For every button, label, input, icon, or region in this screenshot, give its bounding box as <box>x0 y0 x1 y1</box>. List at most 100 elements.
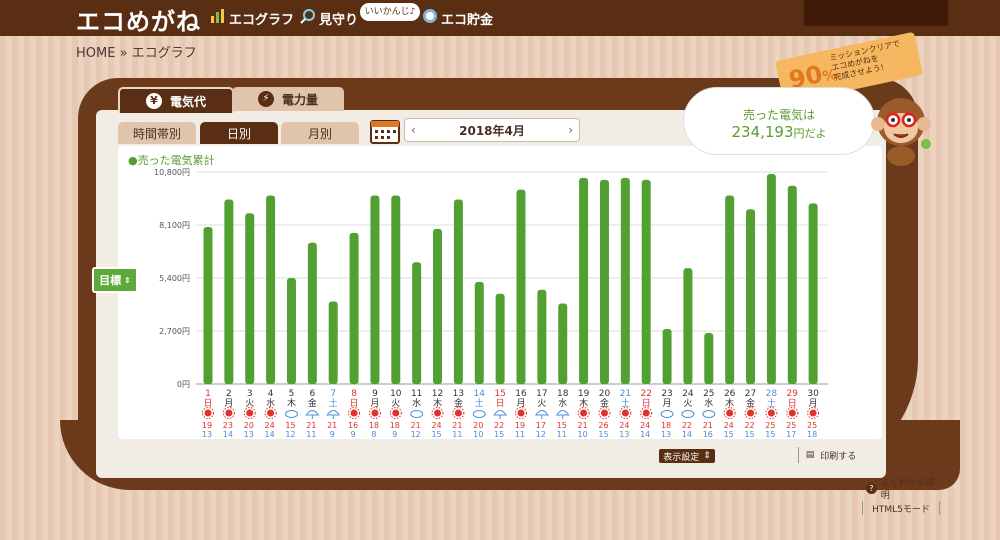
temp-low-label: 14 <box>640 430 650 439</box>
bar <box>474 281 484 384</box>
bar <box>412 262 422 384</box>
bar <box>558 303 568 384</box>
temp-low-label: 17 <box>786 430 796 439</box>
x-weekday-label: 土 <box>475 397 484 409</box>
bar <box>766 173 776 384</box>
temp-low-label: 12 <box>411 430 421 439</box>
x-day-label: 2 <box>226 389 232 399</box>
print-label: 印刷する <box>820 451 857 462</box>
bar <box>391 195 401 384</box>
x-day-label: 22 <box>640 389 651 399</box>
weather-sun-icon <box>371 409 379 417</box>
temp-low-label: 13 <box>244 430 254 439</box>
temp-high-label: 17 <box>536 421 546 430</box>
x-day-label: 12 <box>432 389 443 399</box>
printer-icon: ▤ <box>805 450 815 460</box>
weather-sun-icon <box>454 409 462 417</box>
x-day-label: 9 <box>372 389 378 399</box>
bar <box>433 228 443 384</box>
temp-high-label: 24 <box>724 421 734 430</box>
weather-umbrella-icon <box>555 410 570 416</box>
x-day-label: 16 <box>515 389 527 399</box>
x-weekday-label: 水 <box>558 397 567 409</box>
y-tick-label: 5,400円 <box>159 274 190 283</box>
temp-low-label: 15 <box>724 430 734 439</box>
html5-mode-link[interactable]: HTML5モード <box>862 501 940 515</box>
x-day-label: 19 <box>578 389 590 399</box>
x-day-label: 6 <box>309 389 315 399</box>
x-day-label: 30 <box>807 389 819 399</box>
bar <box>370 195 380 384</box>
faq-label: よくわかる説明 <box>880 478 935 501</box>
weather-sun-icon <box>246 409 254 417</box>
bar <box>662 329 672 384</box>
temp-low-label: 13 <box>202 430 212 439</box>
bar <box>599 179 609 384</box>
temp-low-label: 10 <box>473 430 483 439</box>
temp-low-label: 15 <box>431 430 441 439</box>
temp-high-label: 19 <box>202 421 212 430</box>
temp-low-label: 18 <box>807 430 817 439</box>
x-weekday-label: 木 <box>287 397 296 409</box>
bar <box>579 177 589 384</box>
faq-link[interactable]: ? よくわかる説明 <box>866 478 942 501</box>
x-day-label: 29 <box>787 389 799 399</box>
weather-sun-icon <box>788 409 796 417</box>
weather-sun-icon <box>767 409 775 417</box>
temp-high-label: 21 <box>578 421 588 430</box>
temp-low-label: 10 <box>578 430 588 439</box>
bar <box>537 289 547 384</box>
temp-low-label: 9 <box>392 430 397 439</box>
weather-sun-icon <box>621 409 629 417</box>
bar <box>349 232 359 384</box>
temp-high-label: 24 <box>619 421 629 430</box>
weather-cloud-icon <box>284 410 298 418</box>
temp-high-label: 18 <box>369 421 379 430</box>
weather-sun-icon <box>600 409 608 417</box>
temp-low-label: 13 <box>619 430 629 439</box>
temp-high-label: 20 <box>473 421 483 430</box>
weather-sun-icon <box>434 409 442 417</box>
weather-umbrella-icon <box>305 410 320 416</box>
bar <box>746 209 756 384</box>
updown-icon: ⇕ <box>703 451 711 461</box>
x-weekday-label: 火 <box>537 398 546 409</box>
temp-high-label: 24 <box>265 421 275 430</box>
weather-umbrella-icon <box>326 410 341 416</box>
x-day-label: 4 <box>268 389 274 399</box>
weather-sun-icon <box>642 409 650 417</box>
x-day-label: 11 <box>411 389 422 399</box>
weather-sun-icon <box>747 409 755 417</box>
bar <box>808 203 818 384</box>
x-weekday-label: 水 <box>412 397 421 409</box>
temp-high-label: 15 <box>557 421 567 430</box>
weather-umbrella-icon <box>493 410 508 416</box>
x-day-label: 5 <box>289 389 295 399</box>
print-button[interactable]: ▤ 印刷する <box>798 447 863 463</box>
x-weekday-label: 火 <box>683 398 692 409</box>
x-day-label: 21 <box>620 389 631 399</box>
y-tick-label: 0円 <box>177 380 190 389</box>
bar <box>286 278 296 384</box>
x-day-label: 28 <box>766 389 778 399</box>
bar <box>224 199 234 384</box>
weather-umbrella-icon <box>534 410 549 416</box>
temp-low-label: 12 <box>285 430 295 439</box>
weather-sun-icon <box>580 409 588 417</box>
x-day-label: 1 <box>205 389 211 399</box>
temp-high-label: 26 <box>598 421 608 430</box>
bar <box>641 179 651 384</box>
y-tick-label: 8,100円 <box>159 221 190 230</box>
temp-high-label: 22 <box>682 421 692 430</box>
temp-high-label: 18 <box>661 421 671 430</box>
temp-low-label: 13 <box>661 430 671 439</box>
display-settings-button[interactable]: 表示設定 ⇕ <box>659 449 715 463</box>
x-day-label: 25 <box>703 389 714 399</box>
x-day-label: 14 <box>474 389 486 399</box>
bar <box>328 301 338 384</box>
weather-cloud-icon <box>681 410 695 418</box>
temp-high-label: 21 <box>327 421 337 430</box>
bar <box>787 185 797 384</box>
x-weekday-label: 土 <box>329 397 338 409</box>
x-day-label: 18 <box>557 389 569 399</box>
